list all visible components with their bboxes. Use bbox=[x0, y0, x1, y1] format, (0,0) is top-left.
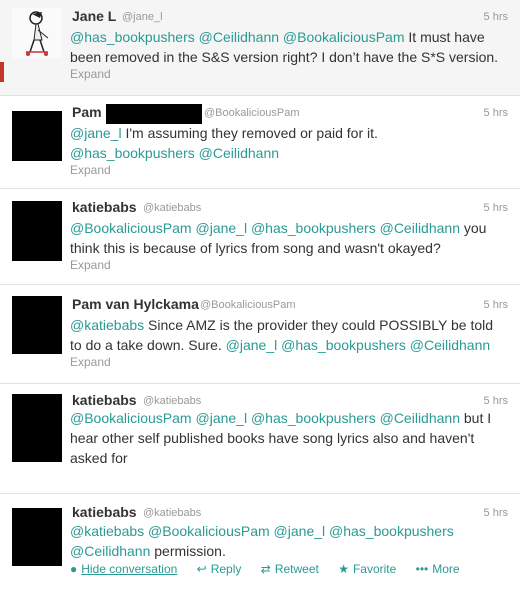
redaction-bar bbox=[106, 104, 202, 124]
tweet-timestamp[interactable]: 5 hrs bbox=[484, 11, 508, 23]
mention-link[interactable]: @jane_l bbox=[196, 410, 248, 426]
retweet-icon: ⇄ bbox=[260, 562, 271, 576]
mention-link[interactable]: @Ceilidhann bbox=[380, 410, 460, 426]
avatar[interactable] bbox=[12, 201, 62, 261]
tweet-text: @katiebabs @BookaliciousPam @jane_l @has… bbox=[70, 521, 506, 561]
tweet-text: @katiebabs Since AMZ is the provider the… bbox=[70, 315, 506, 355]
tweet[interactable]: katiebabs @katiebabs 5 hrs @Bookalicious… bbox=[0, 189, 520, 285]
tweet-text: @BookaliciousPam @jane_l @has_bookpusher… bbox=[70, 408, 506, 468]
avatar[interactable] bbox=[12, 296, 62, 354]
mention-link[interactable]: @katiebabs bbox=[70, 523, 144, 539]
tweet-timestamp[interactable]: 5 hrs bbox=[484, 299, 508, 311]
tweet[interactable]: Pam van Hylckama @BookaliciousPam 5 hrs … bbox=[0, 285, 520, 384]
tweet-author-handle[interactable]: @katiebabs bbox=[143, 507, 201, 519]
mention-link[interactable]: @has_bookpushers bbox=[70, 29, 195, 45]
mention-link[interactable]: @jane_l bbox=[70, 125, 122, 141]
mention-link[interactable]: @BookaliciousPam bbox=[70, 410, 192, 426]
favorite-label: Favorite bbox=[352, 562, 397, 576]
mention-link[interactable]: @Ceilidhann bbox=[410, 337, 490, 353]
avatar-sketch-icon bbox=[26, 11, 49, 56]
more-label: More bbox=[432, 562, 460, 576]
star-icon: ★ bbox=[338, 562, 349, 576]
hide-conversation-button[interactable]: ● Hide conversation bbox=[70, 562, 181, 576]
conversation-timeline: Jane L @jane_l 5 hrs @has_bookpushers @C… bbox=[0, 0, 520, 597]
mention-link[interactable]: @Ceilidhann bbox=[380, 220, 460, 236]
avatar[interactable] bbox=[12, 508, 62, 566]
expand-link[interactable]: Expand bbox=[70, 258, 111, 272]
avatar[interactable] bbox=[12, 394, 62, 462]
tweet-timestamp[interactable]: 5 hrs bbox=[484, 107, 508, 119]
tweet-text-segment: permission. bbox=[150, 543, 226, 559]
tweet-text: @jane_l I'm assuming they removed or pai… bbox=[70, 123, 506, 163]
avatar[interactable] bbox=[12, 8, 62, 58]
mention-link[interactable]: @has_bookpushers bbox=[329, 523, 454, 539]
retweet-label: Retweet bbox=[274, 562, 319, 576]
tweet[interactable]: katiebabs @katiebabs 5 hrs @Bookalicious… bbox=[0, 384, 520, 494]
tweet[interactable]: Pam @BookaliciousPam 5 hrs @jane_l I'm a… bbox=[0, 96, 520, 189]
tweet-author-name[interactable]: Pam van Hylckama bbox=[72, 296, 199, 312]
mention-link[interactable]: @has_bookpushers bbox=[251, 410, 376, 426]
tweet-author-handle[interactable]: @BookaliciousPam bbox=[204, 107, 300, 119]
avatar[interactable] bbox=[12, 111, 62, 161]
mention-link[interactable]: @jane_l bbox=[226, 337, 278, 353]
expand-link[interactable]: Expand bbox=[70, 355, 111, 369]
more-dots-icon: ••• bbox=[415, 562, 429, 576]
tweet-timestamp[interactable]: 5 hrs bbox=[484, 395, 508, 407]
expand-link[interactable]: Expand bbox=[70, 163, 111, 177]
mention-link[interactable]: @BookaliciousPam bbox=[283, 29, 405, 45]
mention-link[interactable]: @Ceilidhann bbox=[70, 543, 150, 559]
reply-label: Reply bbox=[210, 562, 242, 576]
mention-link[interactable]: @katiebabs bbox=[70, 317, 144, 333]
reply-button[interactable]: ↩ Reply bbox=[197, 562, 245, 576]
tweet-timestamp[interactable]: 5 hrs bbox=[484, 202, 508, 214]
chat-bubble-icon: ● bbox=[70, 562, 78, 576]
tweet-author-name[interactable]: Jane L bbox=[72, 8, 116, 24]
retweet-button[interactable]: ⇄ Retweet bbox=[261, 562, 322, 576]
reply-arrow-icon: ↩ bbox=[196, 562, 207, 576]
tweet-text-segment: I'm assuming they removed or paid for it… bbox=[121, 125, 378, 141]
tweet-author-handle[interactable]: @katiebabs bbox=[143, 395, 201, 407]
favorite-button[interactable]: ★ Favorite bbox=[338, 562, 399, 576]
tweet-timestamp[interactable]: 5 hrs bbox=[484, 507, 508, 519]
tweet-author-handle[interactable]: @jane_l bbox=[122, 11, 163, 23]
hide-conversation-label: Hide conversation bbox=[81, 562, 178, 576]
tweet[interactable]: katiebabs @katiebabs 5 hrs @katiebabs @B… bbox=[0, 494, 520, 597]
mention-link[interactable]: @BookaliciousPam bbox=[70, 220, 192, 236]
tweet[interactable]: Jane L @jane_l 5 hrs @has_bookpushers @C… bbox=[0, 0, 520, 96]
tweet-author-handle[interactable]: @BookaliciousPam bbox=[200, 299, 296, 311]
tweet-author-name[interactable]: katiebabs bbox=[72, 504, 137, 520]
tweet-author-name[interactable]: Pam bbox=[72, 104, 102, 120]
mention-link[interactable]: @jane_l bbox=[196, 220, 248, 236]
tweet-author-name[interactable]: katiebabs bbox=[72, 392, 137, 408]
tweet-actions: ● Hide conversation ↩ Reply ⇄ Retweet ★ Favo… bbox=[70, 562, 476, 576]
mention-link[interactable]: @has_bookpushers bbox=[70, 145, 195, 161]
tweet-author-handle[interactable]: @katiebabs bbox=[143, 202, 201, 214]
mention-link[interactable]: @jane_l bbox=[274, 523, 326, 539]
highlight-marker bbox=[0, 62, 4, 82]
more-button[interactable]: ••• More bbox=[416, 562, 460, 576]
tweet-text: @BookaliciousPam @jane_l @has_bookpusher… bbox=[70, 218, 506, 258]
mention-link[interactable]: @has_bookpushers bbox=[251, 220, 376, 236]
mention-link[interactable]: @Ceilidhann bbox=[199, 29, 279, 45]
mention-link[interactable]: @BookaliciousPam bbox=[148, 523, 270, 539]
mention-link[interactable]: @has_bookpushers bbox=[281, 337, 406, 353]
expand-link[interactable]: Expand bbox=[70, 67, 111, 81]
tweet-author-name[interactable]: katiebabs bbox=[72, 199, 137, 215]
mention-link[interactable]: @Ceilidhann bbox=[199, 145, 279, 161]
tweet-text: @has_bookpushers @Ceilidhann @Bookalicio… bbox=[70, 27, 506, 67]
